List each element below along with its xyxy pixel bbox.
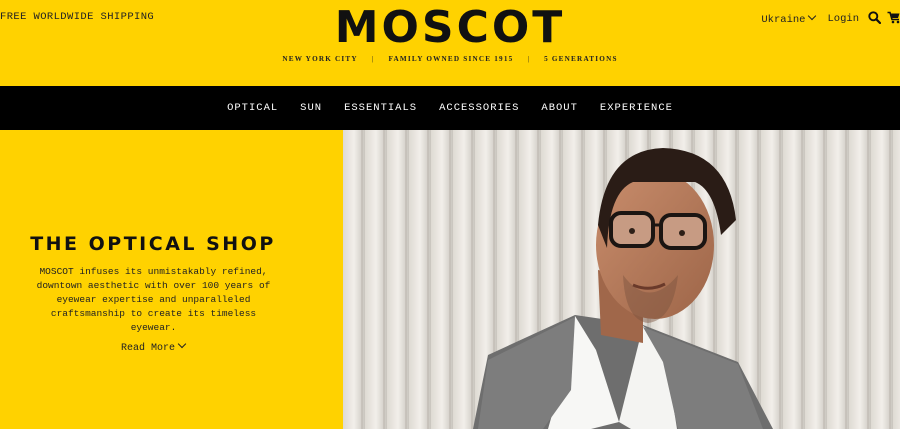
brand-tagline: NEW YORK CITY | FAMILY OWNED SINCE 1915 | 5 … (0, 55, 900, 63)
country-selector[interactable]: Ukraine (761, 11, 817, 26)
nav-item-experience[interactable]: EXPERIENCE (600, 102, 673, 114)
hero-title: THE OPTICAL SHOP (30, 233, 276, 255)
read-more-label: Read More (120, 343, 175, 354)
header-utilities: Ukraine Login (761, 10, 900, 28)
login-link[interactable]: Login (827, 13, 859, 25)
site-header: FREE WORLDWIDE SHIPPING MOSCOT NEW YORK … (0, 0, 900, 86)
search-icon[interactable] (868, 10, 882, 28)
nav-item-essentials[interactable]: ESSENTIALS (344, 102, 417, 114)
country-label: Ukraine (761, 13, 806, 26)
hero-description: MOSCOT infuses its unmistakably refined,… (36, 266, 271, 333)
nav-item-sun[interactable]: SUN (300, 102, 322, 114)
tagline-city: NEW YORK CITY (282, 55, 358, 63)
hero-image (343, 130, 900, 429)
chevron-down-icon (177, 339, 187, 349)
hero-text-panel: THE OPTICAL SHOP MOSCOT infuses its unmi… (0, 130, 343, 429)
nav-item-optical[interactable]: OPTICAL (227, 102, 278, 114)
chevron-down-icon (808, 11, 817, 20)
tagline-separator: | (371, 55, 375, 63)
nav-item-accessories[interactable]: ACCESSORIES (439, 102, 519, 114)
nav-item-about[interactable]: ABOUT (541, 102, 578, 114)
tagline-generations: 5 GENERATIONS (544, 55, 618, 63)
tagline-family: FAMILY OWNED SINCE 1915 (388, 55, 514, 63)
main-navigation: OPTICAL SUN ESSENTIALS ACCESSORIES ABOUT… (0, 86, 900, 130)
cart-icon[interactable] (887, 10, 900, 28)
read-more-link[interactable]: Read More (0, 339, 306, 354)
tagline-separator: | (527, 55, 531, 63)
